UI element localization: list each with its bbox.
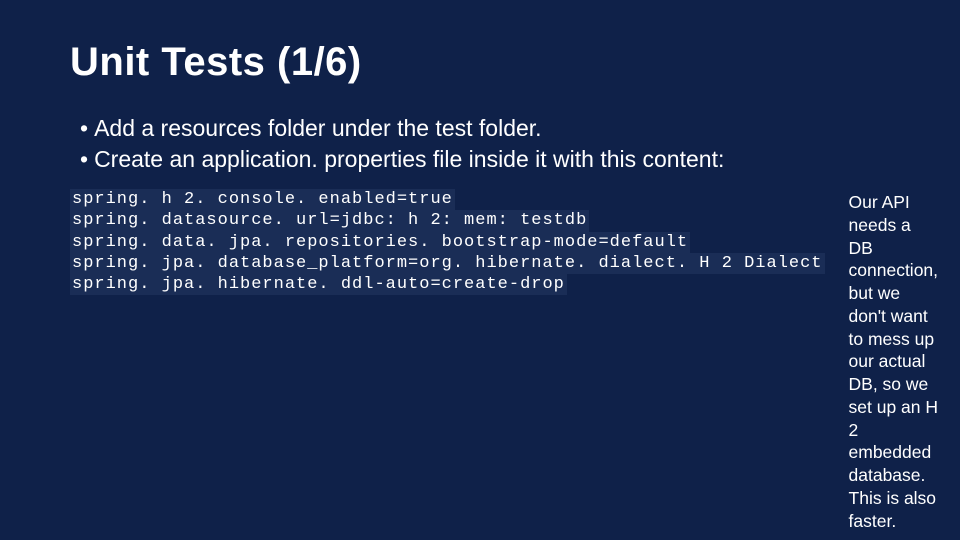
code-block: spring. h 2. console. enabled=true sprin… [70,189,825,295]
bullet-item: • Add a resources folder under the test … [70,113,900,144]
code-line: spring. jpa. database_platform=org. hibe… [70,253,825,274]
code-line: spring. h 2. console. enabled=true [70,189,455,210]
bullet-dot: • [80,113,88,144]
bullet-dot: • [80,144,88,175]
side-note: Our API needs a DB connection, but we do… [849,191,939,532]
code-line: spring. data. jpa. repositories. bootstr… [70,232,690,253]
bullet-item: • Create an application. properties file… [70,144,900,175]
bullet-text: Add a resources folder under the test fo… [94,113,900,144]
code-and-note-row: spring. h 2. console. enabled=true sprin… [70,189,900,532]
bullet-text: Create an application. properties file i… [94,144,900,175]
slide-title: Unit Tests (1/6) [70,40,900,85]
top-bullet-list: • Add a resources folder under the test … [70,113,900,175]
code-line: spring. datasource. url=jdbc: h 2: mem: … [70,210,589,231]
code-line: spring. jpa. hibernate. ddl-auto=create-… [70,274,567,295]
